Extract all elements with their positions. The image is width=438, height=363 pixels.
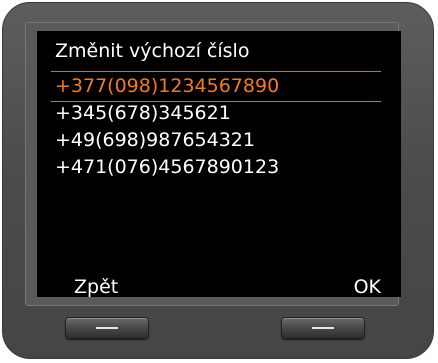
number-list: +377(098)1234567890 +345(678)345621 +49(… <box>55 73 279 181</box>
number-item[interactable]: +49(698)987654321 <box>55 127 279 154</box>
left-display-key[interactable] <box>65 317 149 339</box>
back-softkey[interactable]: Zpět <box>74 277 118 297</box>
selection-top-line <box>51 71 381 72</box>
number-item[interactable]: +471(076)4567890123 <box>55 154 279 181</box>
right-display-key[interactable] <box>281 317 365 339</box>
dash-icon <box>96 327 118 329</box>
screen-title: Změnit výchozí číslo <box>55 40 250 62</box>
display-screen: Změnit výchozí číslo +377(098)1234567890… <box>37 31 401 297</box>
softkey-bar: Zpět OK <box>37 277 401 297</box>
dash-icon <box>312 327 334 329</box>
ok-softkey[interactable]: OK <box>354 277 381 297</box>
number-item[interactable]: +345(678)345621 <box>55 100 279 127</box>
number-item-selected[interactable]: +377(098)1234567890 <box>55 73 279 100</box>
